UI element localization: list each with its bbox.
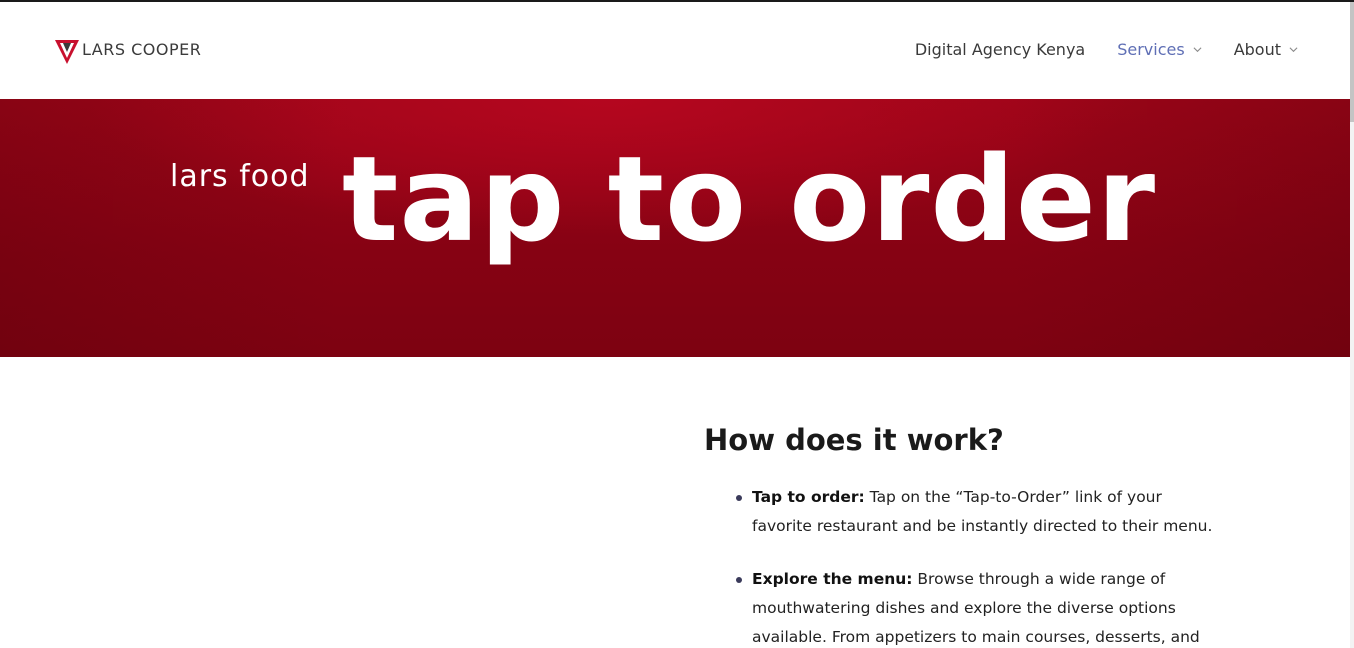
nav-item-digital-agency-kenya[interactable]: Digital Agency Kenya [915,40,1085,59]
hero-subtitle: lars food [170,159,310,194]
chevron-down-icon [1193,47,1202,53]
nav-item-services[interactable]: Services [1117,40,1202,59]
hero-title: tap to order [342,130,1157,268]
nav-item-label: Digital Agency Kenya [914,40,1086,59]
how-it-works-section: How does it work? Tap to order: Tap on t… [704,422,1224,648]
step-label: Explore the menu: [752,570,913,588]
chevron-down-icon [1289,47,1298,53]
main-nav: Digital Agency Kenya Services About [915,40,1298,59]
nav-item-about[interactable]: About [1234,40,1298,59]
scrollbar[interactable] [1350,2,1354,648]
hero-banner: lars food tap to order [0,99,1350,357]
site-header: LARS COOPER Digital Agency Kenya Service… [0,2,1350,99]
page: LARS COOPER Digital Agency Kenya Service… [0,0,1354,648]
list-item: Tap to order: Tap on the “Tap-to-Order” … [736,483,1224,541]
nav-item-label: Services [1117,40,1185,59]
scrollbar-thumb[interactable] [1350,2,1354,122]
steps-list: Tap to order: Tap on the “Tap-to-Order” … [704,483,1224,648]
lars-cooper-logo-icon [55,40,79,64]
list-item: Explore the menu: Browse through a wide … [736,565,1224,648]
logo-link[interactable]: LARS COOPER [54,36,201,66]
section-title: How does it work? [704,423,1004,457]
nav-item-label: About [1233,40,1281,59]
step-label: Tap to order: [752,488,865,506]
logo-text: LARS COOPER [82,39,202,59]
